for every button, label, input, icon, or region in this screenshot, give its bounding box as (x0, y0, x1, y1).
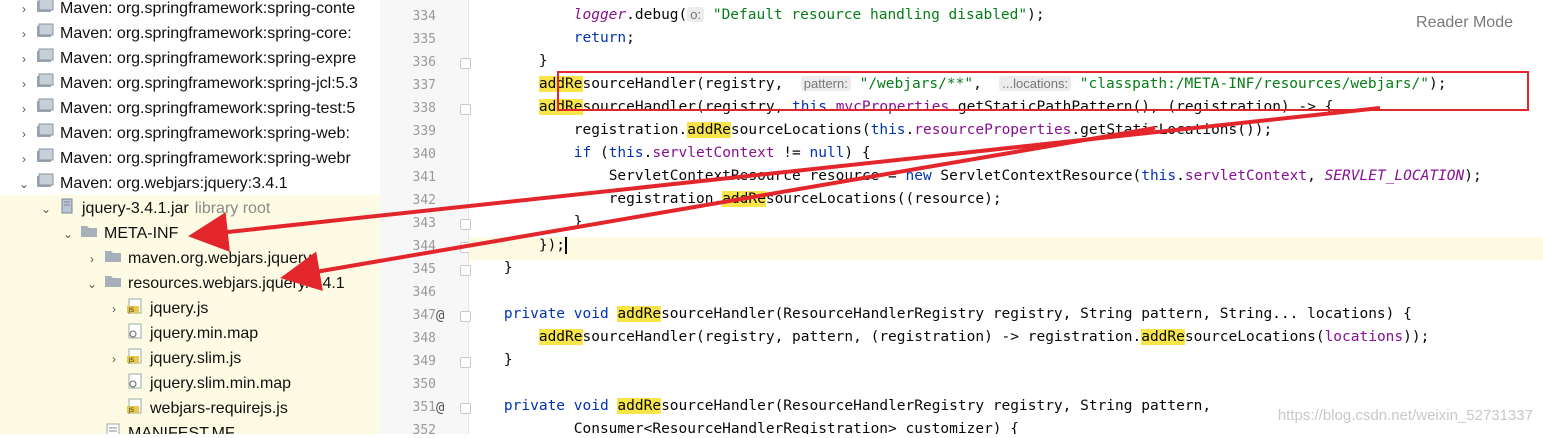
annotation-arrows (188, 106, 1381, 291)
arrow-to-meta-inf (188, 106, 1381, 252)
arrow-to-resources-webjars (280, 126, 1156, 291)
